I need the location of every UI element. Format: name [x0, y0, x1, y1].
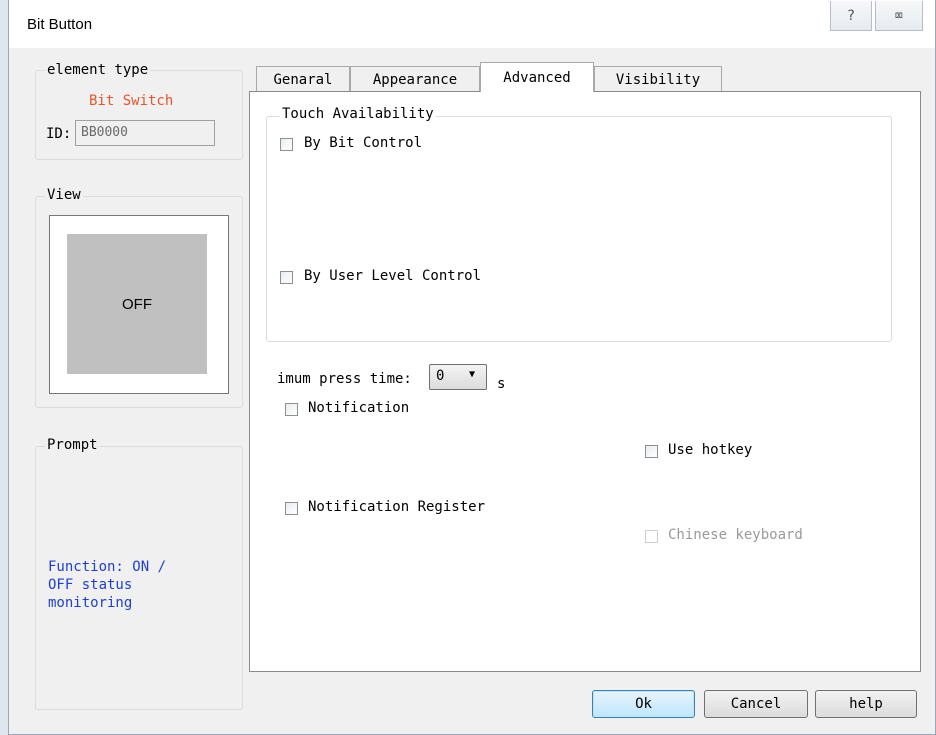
touch-availability-title: Touch Availability: [280, 106, 436, 122]
notification-checkbox[interactable]: [285, 403, 298, 416]
tab-general[interactable]: Genaral: [256, 66, 350, 92]
close-title-button[interactable]: ⌧: [875, 1, 923, 31]
press-time-select[interactable]: 0 ▼: [429, 364, 487, 390]
element-type-group: [35, 70, 243, 160]
close-icon: ⌧: [894, 7, 904, 24]
id-field[interactable]: BB0000: [75, 120, 215, 146]
press-time-label: imum press time:: [277, 371, 412, 387]
dropdown-arrow-icon: ▼: [469, 369, 476, 380]
cancel-button[interactable]: Cancel: [704, 690, 808, 718]
id-label: ID:: [46, 126, 72, 142]
prompt-title: Prompt: [45, 437, 100, 453]
help-title-button[interactable]: ?: [830, 1, 872, 31]
chinese-keyboard-checkbox[interactable]: [645, 530, 658, 543]
chinese-keyboard-label: Chinese keyboard: [668, 527, 803, 543]
help-button[interactable]: help: [815, 690, 917, 718]
by-user-level-control-checkbox[interactable]: [280, 271, 293, 284]
question-icon: ?: [846, 7, 856, 24]
element-type-title: element type: [45, 62, 151, 78]
ok-button[interactable]: Ok: [592, 690, 695, 718]
tab-advanced[interactable]: Advanced: [480, 62, 594, 92]
by-bit-control-label: By Bit Control: [304, 135, 423, 151]
view-title: View: [45, 187, 83, 203]
tab-appearance[interactable]: Appearance: [350, 66, 480, 92]
press-time-unit: s: [497, 376, 506, 392]
element-type-value: Bit Switch: [89, 93, 174, 109]
by-user-level-control-label: By User Level Control: [304, 268, 482, 284]
press-time-value: 0: [436, 368, 445, 384]
window-title: Bit Button: [27, 16, 93, 33]
tab-visibility[interactable]: Visibility: [594, 66, 722, 92]
title-bar[interactable]: [9, 0, 935, 48]
preview-button: OFF: [67, 234, 207, 374]
notification-register-checkbox[interactable]: [285, 502, 298, 515]
notification-register-label: Notification Register: [308, 499, 486, 515]
notification-label: Notification: [308, 400, 410, 416]
prompt-text: Function: ON / OFF status monitoring: [48, 559, 167, 611]
use-hotkey-checkbox[interactable]: [645, 445, 658, 458]
by-bit-control-checkbox[interactable]: [280, 138, 293, 151]
use-hotkey-label: Use hotkey: [668, 442, 753, 458]
